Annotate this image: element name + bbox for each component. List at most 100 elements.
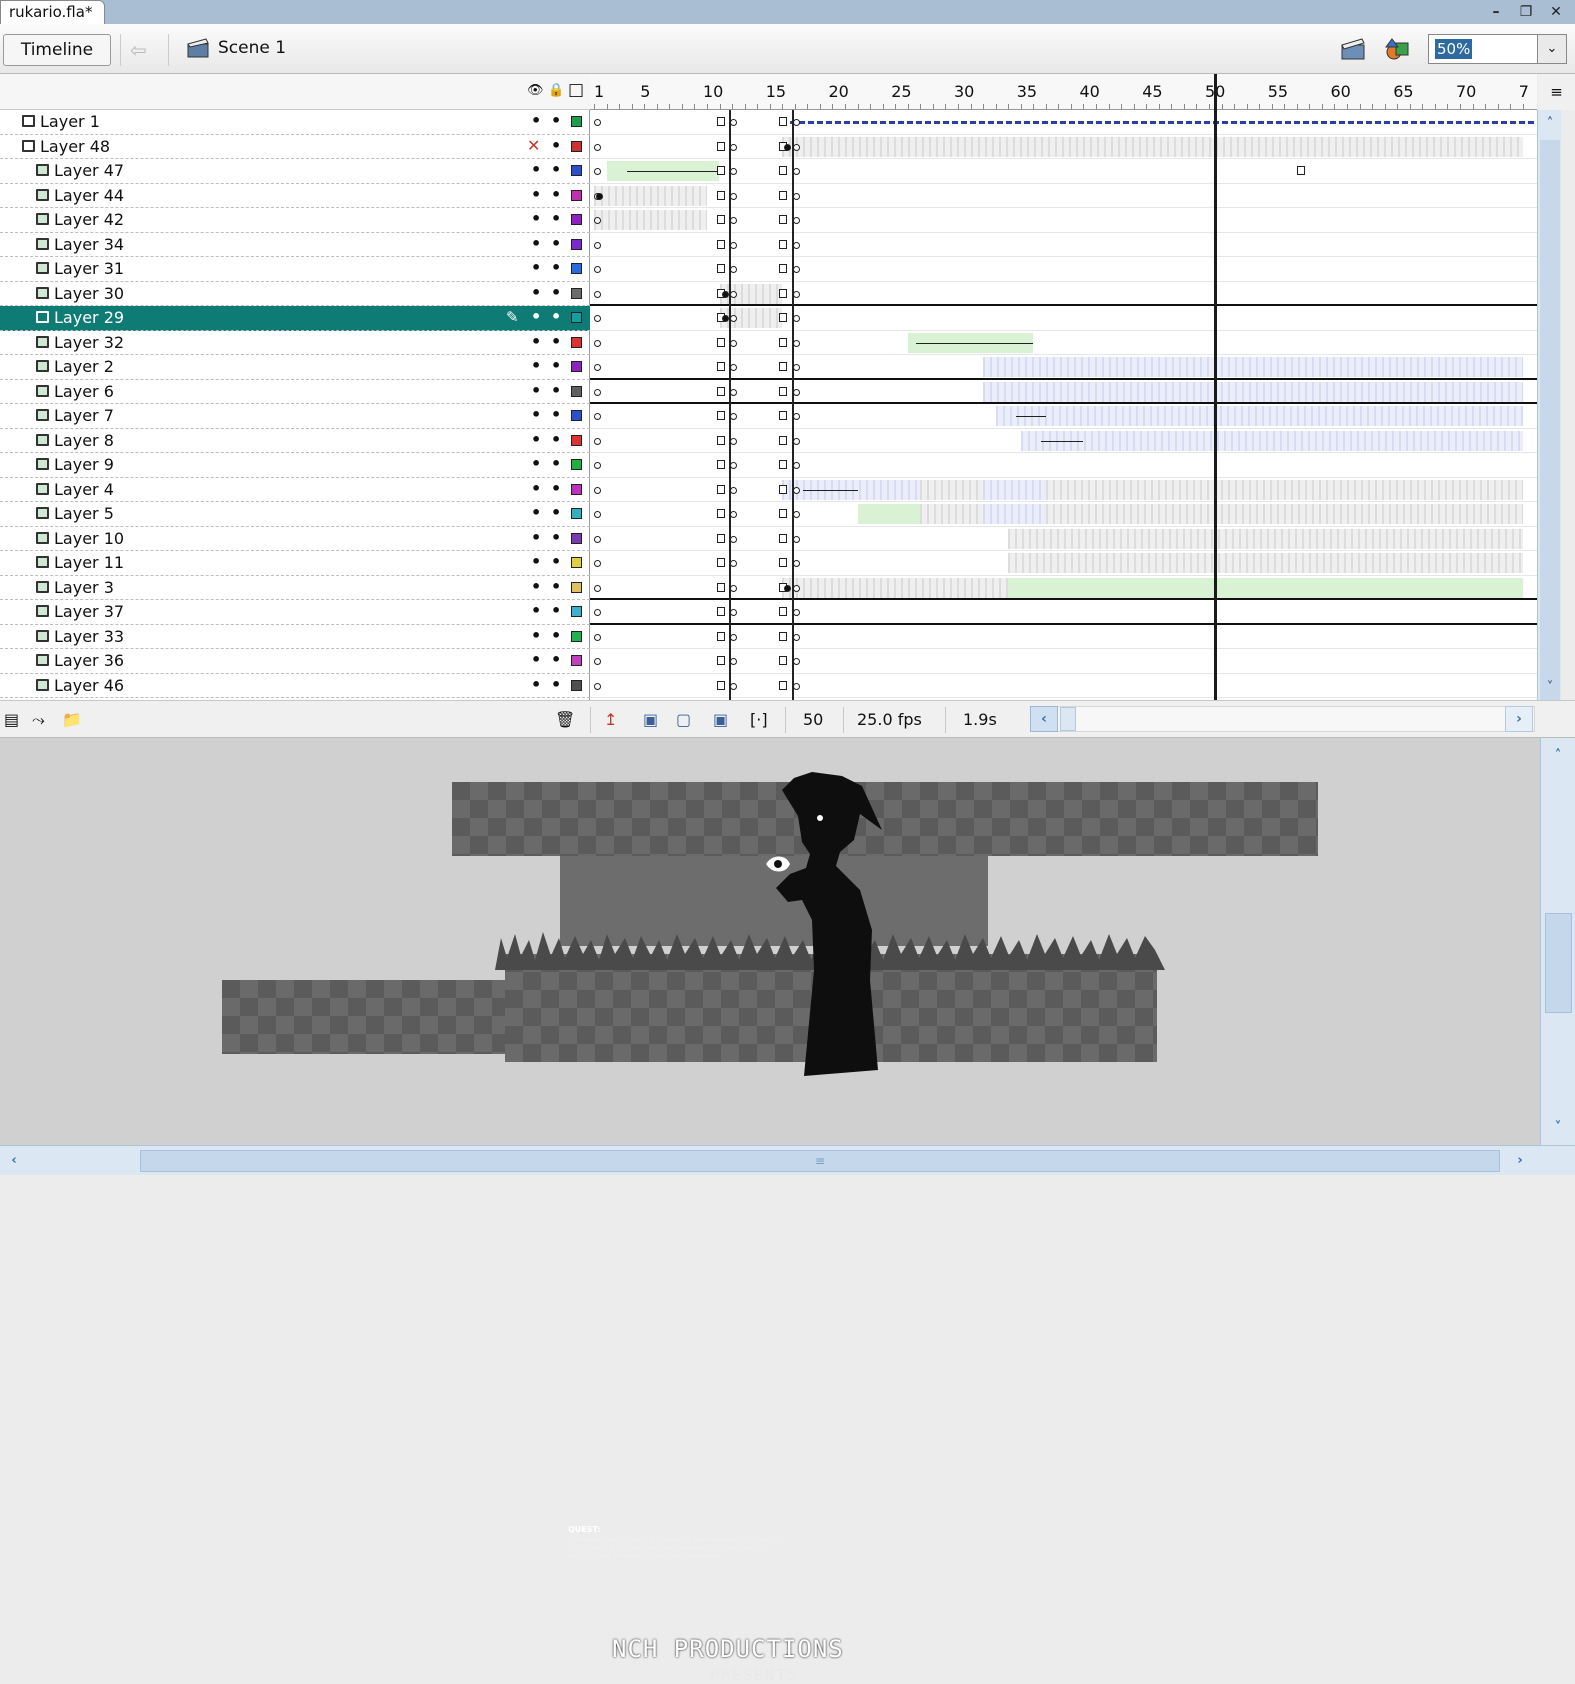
outline-color-swatch[interactable] <box>571 410 582 421</box>
visibility-toggle[interactable]: • <box>531 332 541 351</box>
visibility-toggle[interactable]: • <box>531 503 541 522</box>
outline-color-swatch[interactable] <box>571 214 582 225</box>
scroll-down-icon[interactable]: ˅ <box>1546 1116 1570 1140</box>
layer-name[interactable]: Layer 46 <box>54 676 124 696</box>
lock-toggle[interactable]: • <box>551 601 561 620</box>
scrollbar-thumb[interactable] <box>1540 140 1560 762</box>
scroll-left-icon[interactable]: ‹ <box>2 1149 26 1173</box>
layer-name[interactable]: Layer 3 <box>54 578 114 598</box>
visibility-toggle[interactable]: • <box>531 454 541 473</box>
layer-row[interactable]: Layer 30 • • <box>0 282 590 306</box>
outline-color-swatch[interactable] <box>571 238 582 250</box>
lock-toggle[interactable]: • <box>551 332 561 351</box>
document-tab[interactable]: rukario.fla* <box>0 0 106 24</box>
stage[interactable]: NCH PRODUCTIONS PRESENTS QUEST: A Rogue … <box>0 738 1540 1684</box>
scroll-down-icon[interactable]: ˅ <box>1538 676 1562 700</box>
onion-skin-icon[interactable]: ▣ <box>643 710 658 729</box>
lock-toggle[interactable]: • <box>551 160 561 179</box>
outline-color-swatch[interactable] <box>571 679 582 691</box>
outline-color-swatch[interactable] <box>571 116 582 127</box>
stage-horizontal-scrollbar[interactable]: ‹ ≡ › <box>0 1145 1575 1175</box>
frame-ruler[interactable]: 15101520253035404550556065707 <box>590 74 1537 110</box>
outline-color-swatch[interactable] <box>571 140 582 152</box>
lock-toggle[interactable]: • <box>551 675 561 694</box>
lock-toggle[interactable]: • <box>551 234 561 253</box>
layer-name[interactable]: Layer 30 <box>54 284 124 304</box>
lock-toggle[interactable]: • <box>551 650 561 669</box>
scroll-up-icon[interactable]: ˄ <box>1538 112 1562 136</box>
close-button[interactable]: ✕ <box>1545 2 1567 22</box>
outline-color-swatch[interactable] <box>571 606 582 617</box>
center-frame-icon[interactable]: ↥ <box>604 710 617 729</box>
back-arrow-icon[interactable]: ⇦ <box>130 38 147 62</box>
timeline-toggle-button[interactable]: Timeline <box>3 34 111 66</box>
lock-toggle[interactable]: • <box>551 209 561 228</box>
layer-row[interactable]: Layer 3 • • <box>0 576 590 600</box>
visibility-toggle[interactable]: • <box>531 650 541 669</box>
lock-toggle[interactable]: • <box>551 479 561 498</box>
outline-color-swatch[interactable] <box>571 459 582 470</box>
layer-name[interactable]: Layer 34 <box>54 235 124 255</box>
stage-vertical-scrollbar[interactable]: ˄ ˅ <box>1540 738 1575 1145</box>
edit-scene-icon[interactable] <box>1340 37 1368 61</box>
layer-row[interactable]: Layer 1 • • <box>0 110 590 135</box>
visibility-toggle[interactable]: • <box>531 405 541 424</box>
visibility-toggle[interactable]: • <box>531 356 541 375</box>
outline-color-swatch[interactable] <box>571 287 582 299</box>
show-hide-all-icon[interactable]: 👁 <box>527 83 544 98</box>
layer-row[interactable]: Layer 5 • • <box>0 502 590 527</box>
outline-color-swatch[interactable] <box>571 581 582 593</box>
outline-color-swatch[interactable] <box>571 263 582 274</box>
outline-color-swatch[interactable] <box>571 655 582 666</box>
lock-toggle[interactable]: • <box>551 381 561 400</box>
visibility-toggle[interactable]: • <box>531 430 541 449</box>
visibility-toggle[interactable]: • <box>531 283 541 302</box>
layer-name[interactable]: Layer 32 <box>54 333 124 353</box>
playhead[interactable] <box>1214 74 1217 700</box>
layer-name[interactable]: Layer 11 <box>54 553 124 573</box>
visibility-toggle[interactable]: • <box>531 111 541 130</box>
scene-breadcrumb[interactable]: Scene 1 <box>218 38 286 58</box>
layer-name[interactable]: Layer 10 <box>54 529 124 549</box>
lock-toggle[interactable]: • <box>551 111 561 130</box>
minimize-button[interactable]: – <box>1485 2 1507 22</box>
frame-rate[interactable]: 25.0 fps <box>857 710 922 729</box>
lock-toggle[interactable]: • <box>551 405 561 424</box>
layer-row[interactable]: Layer 34 • • <box>0 233 590 257</box>
outline-all-icon[interactable]: □ <box>568 80 584 100</box>
lock-toggle[interactable]: • <box>551 528 561 547</box>
lock-toggle[interactable]: • <box>551 454 561 473</box>
lock-toggle[interactable]: • <box>551 356 561 375</box>
scroll-right-icon[interactable]: › <box>1505 706 1533 732</box>
visibility-toggle[interactable]: • <box>531 307 541 326</box>
layer-row[interactable]: Layer 8 • • <box>0 429 590 453</box>
layer-name[interactable]: Layer 9 <box>54 455 114 475</box>
layer-name[interactable]: Layer 33 <box>54 627 124 647</box>
scroll-right-icon[interactable]: › <box>1508 1149 1532 1173</box>
layer-name[interactable]: Layer 47 <box>54 161 124 181</box>
layer-row[interactable]: Layer 2 • • <box>0 355 590 380</box>
layer-row[interactable]: Layer 47 • • <box>0 159 590 184</box>
visibility-toggle[interactable]: • <box>531 479 541 498</box>
visibility-toggle[interactable]: • <box>531 601 541 620</box>
visibility-toggle[interactable]: • <box>531 528 541 547</box>
layer-row[interactable]: Layer 37 • • <box>0 600 590 625</box>
layer-row[interactable]: Layer 11 • • <box>0 551 590 576</box>
layer-name[interactable]: Layer 6 <box>54 382 114 402</box>
layer-name[interactable]: Layer 42 <box>54 210 124 230</box>
zoom-dropdown-button[interactable]: ⌄ <box>1537 34 1567 64</box>
layer-name[interactable]: Layer 29 <box>54 308 124 328</box>
visibility-toggle[interactable]: • <box>531 209 541 228</box>
edit-symbols-icon[interactable] <box>1384 37 1412 61</box>
outline-color-swatch[interactable] <box>571 434 582 446</box>
layer-name[interactable]: Layer 37 <box>54 602 124 622</box>
layer-row[interactable]: Layer 32 • • <box>0 331 590 355</box>
visibility-toggle[interactable]: • <box>531 258 541 277</box>
lock-toggle[interactable]: • <box>551 577 561 596</box>
lock-toggle[interactable]: • <box>551 430 561 449</box>
lock-all-icon[interactable]: 🔒 <box>548 83 564 98</box>
lock-toggle[interactable]: • <box>551 307 561 326</box>
visibility-toggle[interactable]: • <box>531 234 541 253</box>
visibility-toggle[interactable]: • <box>531 626 541 645</box>
scrollbar-thumb[interactable] <box>1060 707 1076 731</box>
